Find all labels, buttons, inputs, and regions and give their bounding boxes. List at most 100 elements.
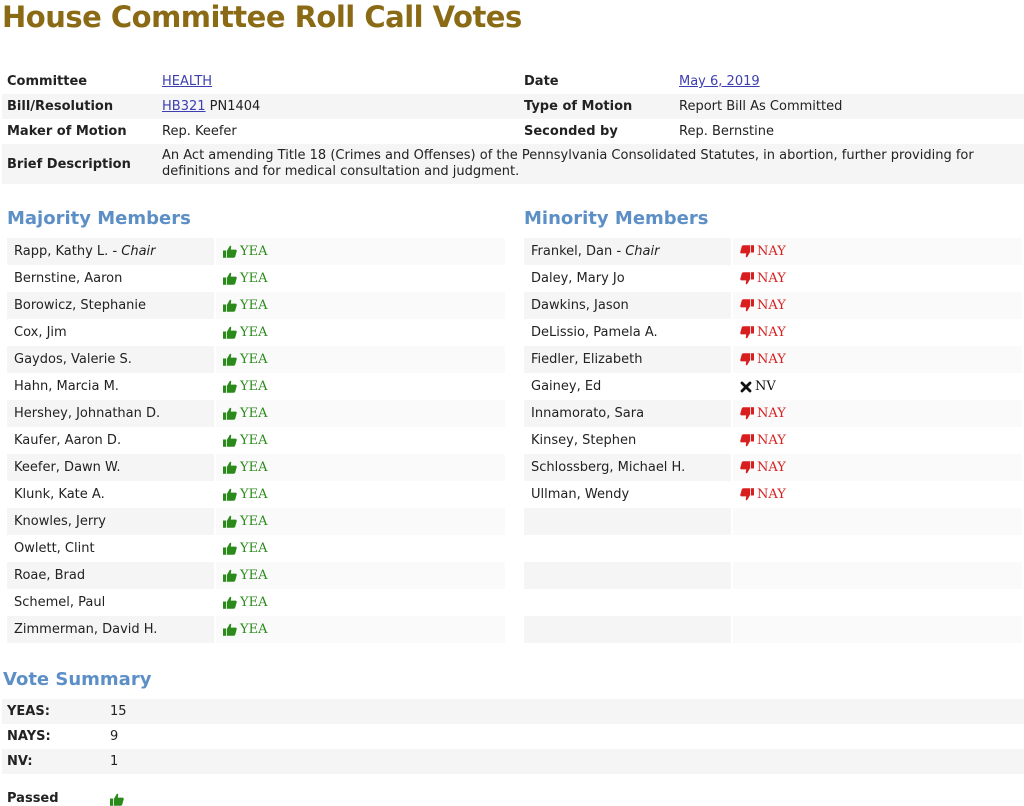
vote-yea: YEA [223, 271, 267, 286]
thumbs-up-icon [223, 461, 237, 474]
member-name: Owlett, Clint [7, 541, 214, 556]
member-name-text: Dawkins, Jason [531, 298, 629, 313]
vote-cell: YEA [214, 562, 505, 589]
vote-cell: YEA [214, 346, 505, 373]
member-name: Cox, Jim [7, 325, 214, 340]
seconded: Rep. Bernstine [679, 124, 774, 139]
thumbs-down-icon [740, 461, 754, 474]
page-title: House Committee Roll Call Votes [2, 0, 522, 34]
thumbs-down-icon [740, 353, 754, 366]
member-name-text: DeLissio, Pamela A. [531, 325, 658, 340]
member-row: DeLissio, Pamela A. NAY [524, 319, 1022, 346]
maker: Rep. Keefer [162, 124, 237, 139]
thumbs-down-icon [740, 434, 754, 447]
vote-cell: YEA [214, 238, 505, 265]
committee-label: Committee [7, 74, 88, 89]
thumbs-up-icon [223, 488, 237, 501]
thumbs-up-icon [223, 245, 237, 258]
thumbs-down-icon [740, 407, 754, 420]
vote-yea: YEA [223, 487, 267, 502]
description-label: Brief Description [7, 156, 131, 172]
thumbs-up-icon [223, 434, 237, 447]
member-row [524, 508, 1022, 535]
member-name: Gaydos, Valerie S. [7, 352, 214, 367]
member-row: Roae, Brad YEA [7, 562, 505, 589]
info-row-description: Brief Description An Act amending Title … [2, 144, 1024, 184]
motion-type-label: Type of Motion [524, 99, 633, 114]
member-name-text: Rapp, Kathy L. [14, 244, 109, 259]
member-name: Borowicz, Stephanie [7, 298, 214, 313]
member-name-text: Kinsey, Stephen [531, 433, 637, 448]
vote-text: NAY [757, 298, 786, 313]
vote-text: YEA [240, 325, 268, 340]
seconded-label: Seconded by [524, 124, 618, 139]
committee-link[interactable]: HEALTH [162, 74, 212, 89]
thumbs-up-icon [223, 407, 237, 420]
thumbs-down-icon [740, 272, 754, 285]
vote-text: NAY [757, 487, 786, 502]
member-name-text: Klunk, Kate A. [14, 487, 105, 502]
member-name: Klunk, Kate A. [7, 487, 214, 502]
vote-text: NAY [757, 244, 786, 259]
vote-text: NAY [757, 406, 786, 421]
vote-summary-title: Vote Summary [3, 669, 152, 690]
vote-text: YEA [240, 541, 268, 556]
member-row: Keefer, Dawn W. YEA [7, 454, 505, 481]
member-name: Innamorato, Sara [524, 406, 731, 421]
vote-text: YEA [240, 379, 268, 394]
member-row: Daley, Mary Jo NAY [524, 265, 1022, 292]
minority-title: Minority Members [524, 208, 709, 229]
member-row: Knowles, Jerry YEA [7, 508, 505, 535]
vote-nay: NAY [740, 406, 786, 421]
member-name: Roae, Brad [7, 568, 214, 583]
vote-yea: YEA [223, 244, 267, 259]
vote-text: YEA [240, 622, 268, 637]
member-name-text: Fiedler, Elizabeth [531, 352, 643, 367]
member-name-text: Borowicz, Stephanie [14, 298, 147, 313]
member-row: Fiedler, Elizabeth NAY [524, 346, 1022, 373]
nays-label: NAYS: [7, 729, 51, 744]
vote-nay: NAY [740, 487, 786, 502]
member-name: Zimmerman, David H. [7, 622, 214, 637]
member-row: Hershey, Johnathan D. YEA [7, 400, 505, 427]
date-link[interactable]: May 6, 2019 [679, 74, 760, 89]
vote-yea: YEA [223, 595, 267, 610]
member-name: Ullman, Wendy [524, 487, 731, 502]
member-row: Rapp, Kathy L. - Chair YEA [7, 238, 505, 265]
member-name: Frankel, Dan - Chair [524, 244, 731, 259]
thumbs-down-icon [740, 326, 754, 339]
vote-nay: NAY [740, 433, 786, 448]
summary-row-yeas: YEAS: 15 [2, 699, 1024, 724]
vote-cell [731, 616, 1022, 643]
thumbs-up-icon [223, 326, 237, 339]
vote-cell: YEA [214, 616, 505, 643]
vote-cell: NAY [731, 400, 1022, 427]
member-name-text: Gainey, Ed [531, 379, 602, 394]
thumbs-up-icon [223, 596, 237, 609]
member-row [524, 562, 1022, 589]
summary-row-nv: NV: 1 [2, 749, 1024, 774]
vote-cell: YEA [214, 481, 505, 508]
bill-link[interactable]: HB321 [162, 99, 206, 114]
member-name: Knowles, Jerry [7, 514, 214, 529]
vote-text: YEA [240, 433, 268, 448]
thumbs-up-icon [110, 793, 124, 806]
vote-cell [731, 562, 1022, 589]
vote-cell [731, 508, 1022, 535]
member-name-text: Daley, Mary Jo [531, 271, 625, 286]
vote-yea: YEA [223, 433, 267, 448]
member-name-text: Bernstine, Aaron [14, 271, 123, 286]
member-row [524, 589, 1022, 616]
vote-yea: YEA [223, 568, 267, 583]
member-name: Dawkins, Jason [524, 298, 731, 313]
member-name: Schlossberg, Michael H. [524, 460, 731, 475]
member-row: Dawkins, Jason NAY [524, 292, 1022, 319]
vote-yea: YEA [223, 514, 267, 529]
vote-cell: YEA [214, 535, 505, 562]
member-name-text: Owlett, Clint [14, 541, 95, 556]
vote-text: NV [755, 379, 776, 394]
vote-text: YEA [240, 298, 268, 313]
member-name-text: Zimmerman, David H. [14, 622, 158, 637]
chair-label: - Chair [612, 244, 660, 259]
yeas-count: 15 [110, 704, 127, 719]
